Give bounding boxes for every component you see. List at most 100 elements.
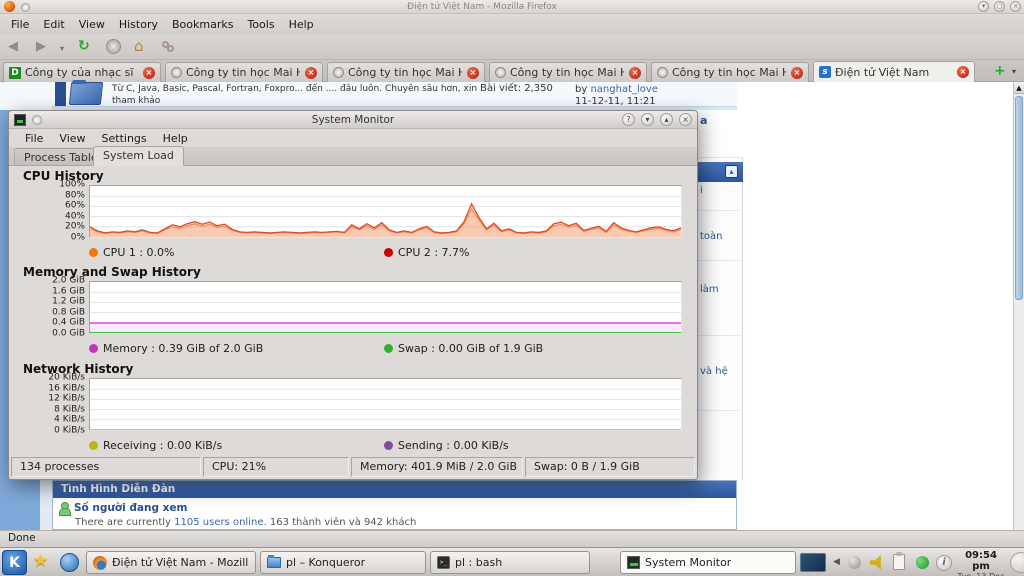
tab-6-label: Điện tử Việt Nam: [835, 65, 930, 79]
nav-history-caret-icon[interactable]: ▾: [60, 44, 64, 53]
menu-help[interactable]: Help: [282, 16, 321, 33]
sm-menu-file[interactable]: File: [17, 130, 51, 147]
sidebar-separator: [697, 260, 743, 261]
swap-usage: Swap: 0 B / 1.9 GiB: [525, 457, 695, 477]
close-icon[interactable]: ×: [679, 113, 692, 126]
maximize-icon[interactable]: ○: [994, 1, 1005, 12]
menu-edit[interactable]: Edit: [36, 16, 71, 33]
close-icon[interactable]: ×: [1010, 1, 1021, 12]
tab-1[interactable]: D Công ty của nhạc sĩ H... ×: [3, 62, 161, 82]
author-link[interactable]: nanghat_love: [590, 84, 658, 95]
sm-menu-settings[interactable]: Settings: [94, 130, 155, 147]
home-icon[interactable]: ⌂: [134, 37, 144, 55]
online-users-link[interactable]: 1105 users online.: [174, 517, 267, 528]
web-globe-icon[interactable]: [60, 553, 79, 572]
system-monitor-window[interactable]: System Monitor ? ▾ ▴ × File View Setting…: [8, 110, 698, 480]
receiving-legend-label: Receiving : 0.00 KiB/s: [103, 439, 223, 452]
sidebar-fragment-2[interactable]: toàn: [700, 231, 723, 242]
clipboard-icon[interactable]: [893, 552, 905, 570]
tab-1-close-icon[interactable]: ×: [143, 66, 155, 79]
last-post-info: by nanghat_love 11-12-11, 11:21: [575, 84, 658, 108]
tab-2[interactable]: Công ty tin học Mai H... ×: [165, 62, 323, 82]
extension-keys-icon[interactable]: [162, 41, 175, 54]
cpu1-legend: CPU 1 : 0.0%: [89, 246, 175, 259]
sidebar-separator: [697, 335, 743, 336]
process-count: 134 processes: [11, 457, 201, 477]
forward-icon[interactable]: ▶: [36, 39, 46, 54]
post-count: Bài viết: 2,350: [480, 83, 553, 94]
memory-history-heading: Memory and Swap History: [23, 265, 201, 279]
back-icon[interactable]: ◀: [8, 39, 18, 54]
scroll-up-icon[interactable]: ▲: [1014, 82, 1024, 94]
menu-bookmarks[interactable]: Bookmarks: [165, 16, 240, 33]
volume-icon[interactable]: [870, 555, 881, 570]
unshade-icon[interactable]: ▴: [660, 113, 673, 126]
window-sticky-icon[interactable]: [32, 115, 42, 125]
tab-3-close-icon[interactable]: ×: [467, 66, 479, 79]
tab-5-label: Công ty tin học Mai H...: [672, 66, 786, 79]
new-tab-icon[interactable]: +: [994, 63, 1006, 79]
menu-history[interactable]: History: [112, 16, 165, 33]
collapse-section-icon[interactable]: ▴: [725, 165, 738, 178]
menu-file[interactable]: File: [4, 16, 36, 33]
sidebar-fragment-4[interactable]: và hệ: [700, 366, 728, 377]
plasma-cashew-icon[interactable]: [1010, 552, 1024, 573]
system-monitor-titlebar[interactable]: System Monitor ? ▾ ▴ ×: [9, 111, 697, 129]
terminal-icon: >_: [437, 556, 450, 569]
firefox-window-title: Điện tử Việt Nam - Mozilla Firefox: [407, 2, 557, 12]
tab-6-favicon: s: [819, 66, 831, 78]
sidebar-card: a: [697, 110, 743, 158]
tab-5[interactable]: Công ty tin học Mai H... ×: [651, 62, 809, 82]
tab-list-caret-icon[interactable]: ▾: [1012, 67, 1016, 76]
kde-menu-icon[interactable]: K: [2, 550, 27, 575]
tray-device-icon[interactable]: [848, 556, 861, 569]
tab-6-active[interactable]: s Điện tử Việt Nam ×: [813, 61, 975, 82]
forum-description-line1: Từ C, Java, Basic, Pascal, Fortran, Foxp…: [112, 84, 478, 106]
firefox-titlebar[interactable]: Điện tử Việt Nam - Mozilla Firefox ▾ ○ ×: [0, 0, 1024, 14]
forum-sidebar-column: a ▴ i toàn làm và hệ: [697, 110, 743, 480]
cpu-history-chart: [89, 185, 682, 238]
tab-3[interactable]: Công ty tin học Mai H... ×: [327, 62, 485, 82]
reload-icon[interactable]: ↻: [78, 38, 90, 54]
sidebar-fragment-3[interactable]: làm: [700, 284, 719, 295]
menu-view[interactable]: View: [72, 16, 112, 33]
taskbar-bash-button[interactable]: >_ pl : bash: [430, 551, 590, 574]
author-prefix: by: [575, 84, 588, 95]
taskbar-clock[interactable]: 09:54 pm Tue, 13 Dec: [956, 550, 1006, 576]
sm-menu-help[interactable]: Help: [155, 130, 196, 147]
taskbar-system-monitor-label: System Monitor: [645, 556, 732, 569]
minimize-icon[interactable]: ▾: [978, 1, 989, 12]
menu-tools[interactable]: Tools: [240, 16, 281, 33]
tray-collapse-icon[interactable]: ◀: [833, 557, 840, 567]
notifications-info-icon[interactable]: i: [936, 555, 952, 571]
bookmarks-star-icon[interactable]: ★: [33, 551, 48, 571]
sidebar-fragment-1[interactable]: i: [700, 185, 703, 196]
tab-5-favicon: [657, 67, 668, 78]
sm-menu-view[interactable]: View: [51, 130, 93, 147]
tab-4[interactable]: Công ty tin học Mai H... ×: [489, 62, 647, 82]
scrollbar-thumb[interactable]: [1015, 96, 1023, 300]
desktop-pager[interactable]: [800, 553, 826, 572]
stop-icon[interactable]: ×: [106, 39, 121, 54]
shade-icon[interactable]: ▾: [641, 113, 654, 126]
swap-legend-label: Swap : 0.00 GiB of 1.9 GiB: [398, 342, 544, 355]
tab-4-close-icon[interactable]: ×: [629, 66, 641, 79]
tab-3-favicon: [333, 67, 344, 78]
sidebar-fragment-0: a: [700, 114, 708, 127]
tab-6-close-icon[interactable]: ×: [957, 66, 969, 78]
memory-y-axis: 2.0 GiB 1.6 GiB 1.2 GiB 0.8 GiB 0.4 GiB 0.0 G…: [52, 275, 85, 339]
tab-system-load[interactable]: System Load: [93, 146, 184, 166]
taskbar-konqueror-button[interactable]: pl – Konqueror: [260, 551, 426, 574]
cpu1-legend-label: CPU 1 : 0.0%: [103, 246, 175, 259]
tab-2-close-icon[interactable]: ×: [305, 66, 317, 79]
taskbar-system-monitor-button[interactable]: System Monitor: [620, 551, 796, 574]
tab-5-close-icon[interactable]: ×: [791, 66, 803, 79]
help-icon[interactable]: ?: [622, 113, 635, 126]
viewing-title: Số người đang xem: [74, 502, 188, 514]
taskbar-firefox-button[interactable]: Điện tử Việt Nam - Mozilla Firefox: [86, 551, 256, 574]
page-scrollbar[interactable]: ▲: [1013, 82, 1024, 530]
sending-legend-dot: [384, 441, 393, 450]
online-suffix: 163 thành viên và 942 khách: [269, 517, 417, 528]
network-status-icon[interactable]: [914, 554, 931, 571]
firefox-tabbar: D Công ty của nhạc sĩ H... × Công ty tin…: [0, 60, 1024, 82]
